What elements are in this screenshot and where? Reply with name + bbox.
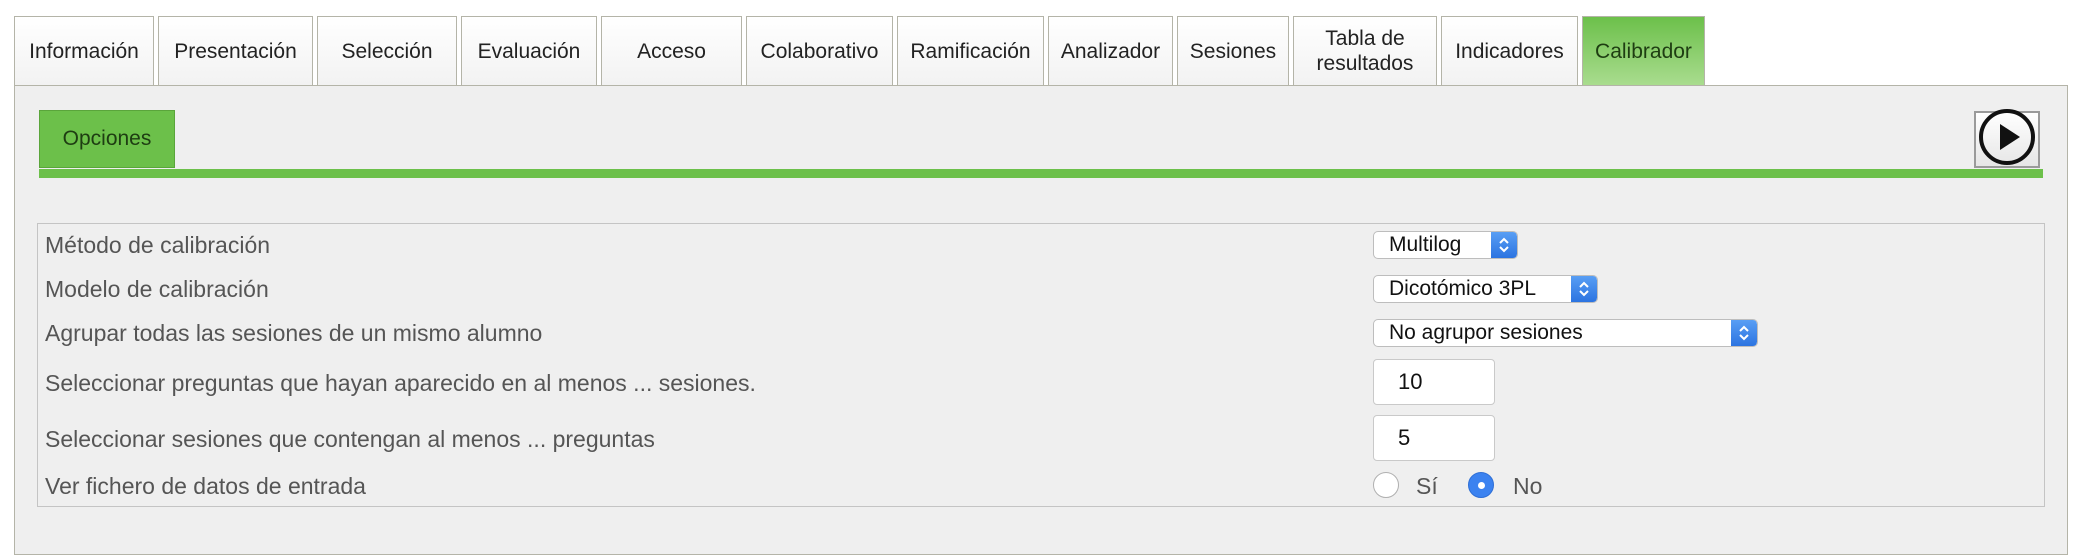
up-down-chevron-icon	[1491, 232, 1517, 258]
min-sessions-input[interactable]	[1373, 359, 1495, 405]
radio-si-label: Sí	[1416, 473, 1438, 499]
radio-si[interactable]	[1373, 472, 1399, 498]
tab-colaborativo[interactable]: Colaborativo	[746, 16, 893, 85]
calibration-options: Método de calibración Multilog Modelo de…	[37, 223, 2045, 507]
calibration-model-select[interactable]: Dicotómico 3PL	[1373, 275, 1598, 303]
group-sessions-value: No agrupor sesiones	[1389, 321, 1583, 344]
tab-presentacion[interactable]: Presentación	[158, 16, 313, 85]
min-sessions-label: Seleccionar preguntas que hayan aparecid…	[45, 370, 756, 396]
tab-analizador[interactable]: Analizador	[1048, 16, 1173, 85]
calibration-method-value: Multilog	[1389, 233, 1462, 256]
group-sessions-label: Agrupar todas las sesiones de un mismo a…	[45, 320, 543, 346]
radio-no[interactable]	[1468, 472, 1494, 498]
up-down-chevron-icon	[1571, 276, 1597, 302]
calibration-model-label: Modelo de calibración	[45, 276, 269, 302]
tab-seleccion[interactable]: Selección	[317, 16, 457, 85]
radio-no-label: No	[1513, 473, 1543, 499]
calibration-model-value: Dicotómico 3PL	[1389, 277, 1537, 300]
tab-calibrador[interactable]: Calibrador	[1582, 16, 1705, 85]
tab-sesiones[interactable]: Sesiones	[1177, 16, 1289, 85]
calibrator-panel: Opciones Método de calibración Multilog …	[14, 85, 2068, 555]
calibration-method-select[interactable]: Multilog	[1373, 231, 1518, 259]
tab-acceso[interactable]: Acceso	[601, 16, 742, 85]
play-circle-icon	[1978, 108, 2036, 171]
tab-informacion[interactable]: Información	[14, 16, 154, 85]
subtab-opciones[interactable]: Opciones	[39, 110, 175, 168]
calibration-method-label: Método de calibración	[45, 232, 271, 258]
run-button[interactable]	[1974, 108, 2040, 171]
tab-tabla-de-resultados[interactable]: Tabla de resultados	[1293, 16, 1437, 85]
tab-evaluacion[interactable]: Evaluación	[461, 16, 597, 85]
tab-ramificacion[interactable]: Ramificación	[897, 16, 1044, 85]
min-questions-input[interactable]	[1373, 415, 1495, 461]
view-input-file-label: Ver fichero de datos de entrada	[45, 473, 366, 499]
tab-indicadores[interactable]: Indicadores	[1441, 16, 1578, 85]
up-down-chevron-icon	[1731, 320, 1757, 346]
min-questions-label: Seleccionar sesiones que contengan al me…	[45, 426, 655, 452]
group-sessions-select[interactable]: No agrupor sesiones	[1373, 319, 1758, 347]
subtab-divider	[39, 169, 2043, 178]
main-tab-bar: Información Presentación Selección Evalu…	[14, 16, 1705, 85]
